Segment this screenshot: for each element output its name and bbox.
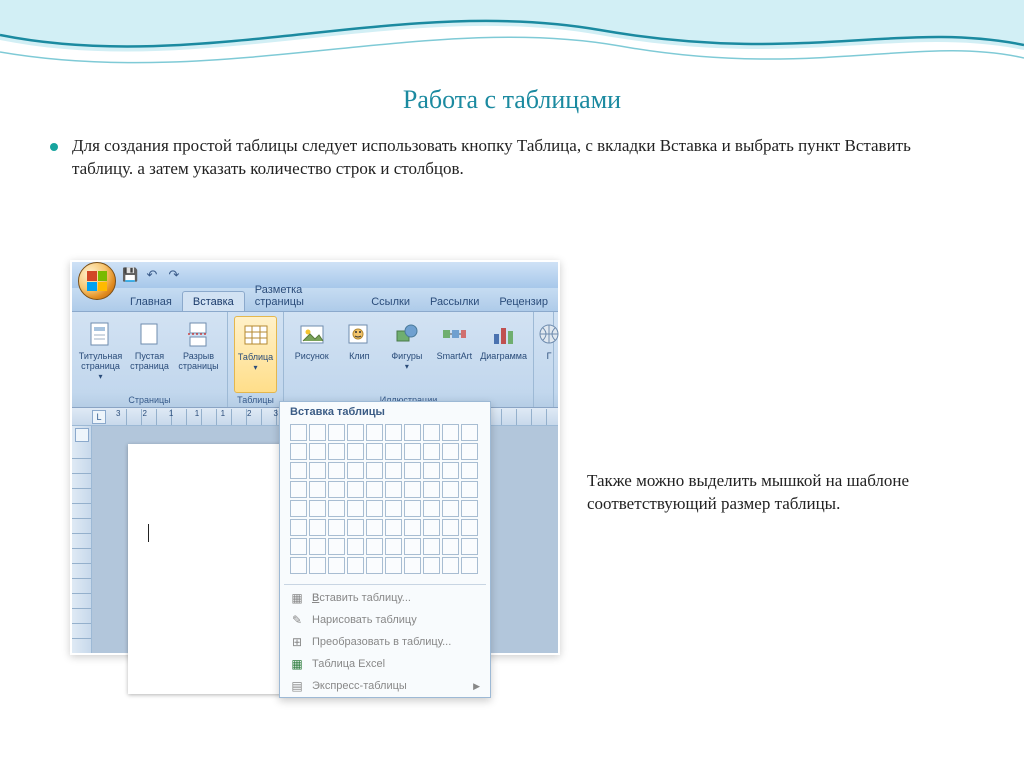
ribbon-group-illustrations: Рисунок Клип Фигуры ▾ SmartArt Диа [284, 312, 534, 407]
group-label-tables: Таблицы [234, 393, 277, 405]
convert-table-item[interactable]: ⊞ Преобразовать в таблицу... [280, 631, 490, 653]
convert-table-label: Преобразовать в таблицу... [312, 636, 451, 648]
cover-page-button[interactable]: Титульнаястраница ▾ [78, 316, 123, 393]
tab-insert[interactable]: Вставка [182, 291, 245, 311]
tab-mailings[interactable]: Рассылки [420, 292, 489, 311]
dropdown-header: Вставка таблицы [280, 402, 490, 422]
vertical-ruler[interactable] [72, 426, 92, 653]
office-button[interactable] [78, 262, 116, 300]
insert-table-label: Вставить таблицу... [312, 592, 411, 604]
tables-icon: ▤ [290, 679, 304, 693]
pencil-icon: ✎ [290, 613, 304, 627]
slide-title: Работа с таблицами [0, 85, 1024, 115]
quick-tables-label: Экспресс-таблицы [312, 680, 407, 692]
shapes-button[interactable]: Фигуры ▾ [385, 316, 429, 393]
ribbon: Титульнаястраница ▾ Пустаястраница Разры… [72, 312, 558, 408]
qat-save-icon[interactable]: 💾 [122, 267, 138, 283]
bullet-text: Для создания простой таблицы следует исп… [72, 135, 930, 181]
clip-button[interactable]: Клип [338, 316, 382, 393]
chevron-down-icon: ▾ [98, 372, 102, 381]
word-screenshot: 💾 ↶ ↷ Главная Вставка Разметка страницы … [70, 260, 560, 655]
excel-icon: ▦ [290, 657, 304, 671]
bullet-dot [50, 143, 58, 151]
qat-undo-icon[interactable]: ↶ [144, 267, 160, 283]
draw-table-item[interactable]: ✎ Нарисовать таблицу [280, 609, 490, 631]
chart-button[interactable]: Диаграмма [480, 316, 527, 393]
ruler-corner-icon [75, 428, 89, 442]
tab-selector-icon[interactable]: L [92, 410, 106, 424]
table-grid-icon: ▦ [290, 591, 304, 605]
table-size-grid[interactable] [280, 422, 490, 582]
insert-table-item[interactable]: ▦ В Вставить таблицу... [280, 587, 490, 609]
blank-page-button[interactable]: Пустаястраница [127, 316, 172, 393]
table-dropdown: Вставка таблицы ▦ В Вставить таблицу... … [279, 401, 491, 698]
bullet-list: Для создания простой таблицы следует исп… [50, 135, 930, 181]
qat-redo-icon[interactable]: ↷ [166, 267, 182, 283]
table-button[interactable]: Таблица ▾ [234, 316, 277, 393]
smartart-button[interactable]: SmartArt [433, 316, 477, 393]
tab-page-layout[interactable]: Разметка страницы [245, 280, 361, 311]
ribbon-group-pages: Титульнаястраница ▾ Пустаястраница Разры… [72, 312, 228, 407]
ribbon-tabs: Главная Вставка Разметка страницы Ссылки… [72, 288, 558, 312]
picture-button[interactable]: Рисунок [290, 316, 334, 393]
hyperlink-button-cut[interactable]: Г [540, 316, 558, 405]
excel-table-label: Таблица Excel [312, 658, 385, 670]
tab-references[interactable]: Ссылки [361, 292, 420, 311]
tab-home[interactable]: Главная [120, 292, 182, 311]
chevron-down-icon: ▾ [405, 362, 409, 371]
submenu-arrow-icon: ▶ [473, 681, 480, 692]
ribbon-group-links-cut: Г [534, 312, 554, 407]
text-cursor-icon [148, 524, 149, 542]
excel-table-item[interactable]: ▦ Таблица Excel [280, 653, 490, 675]
quick-tables-item[interactable]: ▤ Экспресс-таблицы ▶ [280, 675, 490, 697]
draw-table-label: Нарисовать таблицу [312, 614, 417, 626]
ribbon-group-tables: Таблица ▾ Таблицы [228, 312, 284, 407]
chevron-down-icon: ▾ [253, 363, 257, 372]
convert-icon: ⊞ [290, 635, 304, 649]
side-explanation-text: Также можно выделить мышкой на шаблоне с… [587, 470, 967, 516]
page-break-button[interactable]: Разрывстраницы [176, 316, 221, 393]
tab-review[interactable]: Рецензир [489, 292, 558, 311]
group-label-pages: Страницы [78, 393, 221, 405]
